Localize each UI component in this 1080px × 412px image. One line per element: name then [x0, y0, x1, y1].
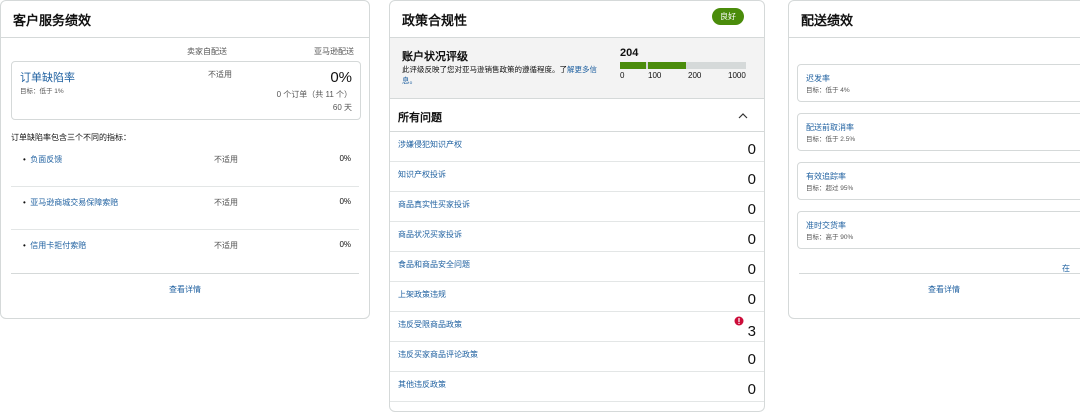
customer-service-card: 客户服务绩效 卖家自配送 亚马逊配送 订单缺陷率 目标：低于 1% 不适用 0%… — [0, 0, 370, 319]
metric-target: 目标：超过 95% — [806, 185, 854, 192]
customer-service-title: 客户服务绩效 — [1, 1, 369, 38]
issue-row[interactable]: 商品状况买家投诉 0 — [390, 221, 764, 252]
metric-row: • 亚马逊商城交易保障索赔 不适用 0% — [11, 191, 359, 230]
issue-count: 3 — [747, 323, 756, 340]
issue-row[interactable]: 知识产权投诉 0 — [390, 161, 764, 192]
status-badge: 良好 — [712, 8, 744, 25]
view-details-link[interactable]: 查看详情 — [928, 284, 960, 295]
issue-count: 0 — [747, 381, 756, 398]
account-health-panel: 账户状况评级 此评级反映了您对亚马逊销售政策的遵循程度。了解更多信息。 204 … — [390, 38, 764, 99]
metric-amazon-value: 0% — [339, 154, 351, 163]
scale-tick: 1000 — [728, 71, 746, 80]
column-amazon-fulfilled: 亚马逊配送 — [314, 47, 354, 56]
metric-target: 目标：高于 90% — [806, 234, 854, 241]
issue-row[interactable]: 违反买家商品评论政策 0 — [390, 341, 764, 372]
order-period: 60 天 — [332, 103, 352, 112]
metric-seller-value: 不适用 — [214, 241, 238, 250]
issue-row[interactable]: 食品和商品安全问题 0 — [390, 251, 764, 282]
issue-label[interactable]: 违反受限商品政策 — [398, 319, 462, 330]
issue-label[interactable]: 知识产权投诉 — [398, 169, 446, 180]
all-issues-title: 所有问题 — [398, 112, 442, 124]
metrics-intro: 订单缺陷率包含三个不同的指标： — [11, 133, 131, 142]
health-score: 204 — [620, 47, 639, 59]
issue-label[interactable]: 商品状况买家投诉 — [398, 229, 462, 240]
metric-target: 目标：低于 4% — [806, 87, 850, 94]
issue-label[interactable]: 其他违反政策 — [398, 379, 446, 390]
metric-amazon-value: 0% — [339, 240, 351, 249]
scale-tick: 200 — [688, 71, 702, 80]
shipping-metric-box: 准时交货率 目标：高于 90% — [797, 211, 1080, 249]
issue-label[interactable]: 上架政策违规 — [398, 289, 446, 300]
shipping-details-footer: 查看详情 — [799, 273, 1080, 304]
scale-tick: 0 — [620, 71, 625, 80]
order-defect-rate-box: 订单缺陷率 目标：低于 1% 不适用 0% 0 个订单（共 11 个） 60 天 — [11, 61, 361, 120]
issue-label[interactable]: 违反买家商品评论政策 — [398, 349, 478, 360]
issue-row[interactable]: 商品真实性买家投诉 0 — [390, 191, 764, 222]
metric-row: • 信用卡拒付索赔 不适用 0% — [23, 240, 351, 250]
account-health-title: 账户状况评级 — [402, 51, 468, 63]
column-seller-fulfilled: 卖家自配送 — [187, 47, 227, 56]
negative-feedback-link[interactable]: 负面反馈 — [30, 155, 62, 164]
issue-count: 0 — [747, 171, 756, 188]
order-defect-rate-target: 目标：低于 1% — [20, 88, 64, 95]
health-score-bar — [620, 62, 746, 69]
issue-label[interactable]: 涉嫌侵犯知识产权 — [398, 139, 462, 150]
chevron-up-icon[interactable] — [738, 112, 748, 119]
shipping-metric-box: 配送前取消率 目标：低于 2.5% — [797, 113, 1080, 151]
issue-row[interactable]: 涉嫌侵犯知识产权 0 — [390, 131, 764, 162]
issue-count: 0 — [747, 291, 756, 308]
late-shipment-rate-link[interactable]: 迟发率 — [806, 73, 830, 84]
view-details-link[interactable]: 查看详情 — [169, 284, 201, 295]
metric-target: 目标：低于 2.5% — [806, 136, 856, 143]
order-defect-rate-link[interactable]: 订单缺陷率 — [20, 69, 75, 85]
a-to-z-claims-link[interactable]: 亚马逊商城交易保障索赔 — [30, 198, 118, 207]
policy-compliance-card: 政策合规性 良好 账户状况评级 此评级反映了您对亚马逊销售政策的遵循程度。了解更… — [389, 0, 765, 412]
issue-label[interactable]: 商品真实性买家投诉 — [398, 199, 470, 210]
health-bar-segment-2 — [648, 62, 686, 69]
issue-count: 0 — [747, 201, 756, 218]
shipping-metric-box: 有效追踪率 目标：超过 95% — [797, 162, 1080, 200]
metric-amazon-value: 0% — [339, 197, 351, 206]
issue-count: 0 — [747, 261, 756, 278]
valid-tracking-rate-link[interactable]: 有效追踪率 — [806, 171, 846, 182]
metric-row: • 负面反馈 不适用 0% — [11, 148, 359, 187]
issue-count: 0 — [747, 231, 756, 248]
issue-row[interactable]: 上架政策违规 0 — [390, 281, 764, 312]
alert-icon — [734, 316, 744, 326]
metric-seller-value: 不适用 — [214, 198, 238, 207]
chargeback-claims-link[interactable]: 信用卡拒付索赔 — [30, 241, 86, 250]
order-defect-rate-amazon: 0% — [330, 69, 352, 86]
shipping-performance-card: 配送绩效 迟发率 目标：低于 4% 配送前取消率 目标：低于 2.5% 有效追踪… — [788, 0, 1080, 319]
on-time-delivery-rate-link[interactable]: 准时交货率 — [806, 220, 846, 231]
scale-tick: 100 — [648, 71, 662, 80]
metric-seller-value: 不适用 — [214, 155, 238, 164]
cancel-rate-link[interactable]: 配送前取消率 — [806, 122, 854, 133]
issue-count: 0 — [747, 141, 756, 158]
all-issues-header[interactable]: 所有问题 — [390, 99, 764, 132]
order-defect-rate-seller: 不适用 — [208, 70, 232, 79]
customer-details-footer: 查看详情 — [11, 273, 359, 304]
issue-count: 0 — [747, 351, 756, 368]
health-bar-segment-1 — [620, 62, 646, 69]
order-count: 0 个订单（共 11 个） — [276, 90, 352, 99]
issue-row[interactable]: 违反受限商品政策 3 — [390, 311, 764, 342]
shipping-metric-box: 迟发率 目标：低于 4% — [797, 64, 1080, 102]
shipping-performance-title: 配送绩效 — [789, 1, 1080, 38]
issue-row[interactable]: 其他违反政策 0 — [390, 371, 764, 402]
policy-compliance-title: 政策合规性 — [390, 1, 764, 38]
account-health-description: 此评级反映了您对亚马逊销售政策的遵循程度。了解更多信息。 — [402, 65, 597, 85]
issue-label[interactable]: 食品和商品安全问题 — [398, 259, 470, 270]
